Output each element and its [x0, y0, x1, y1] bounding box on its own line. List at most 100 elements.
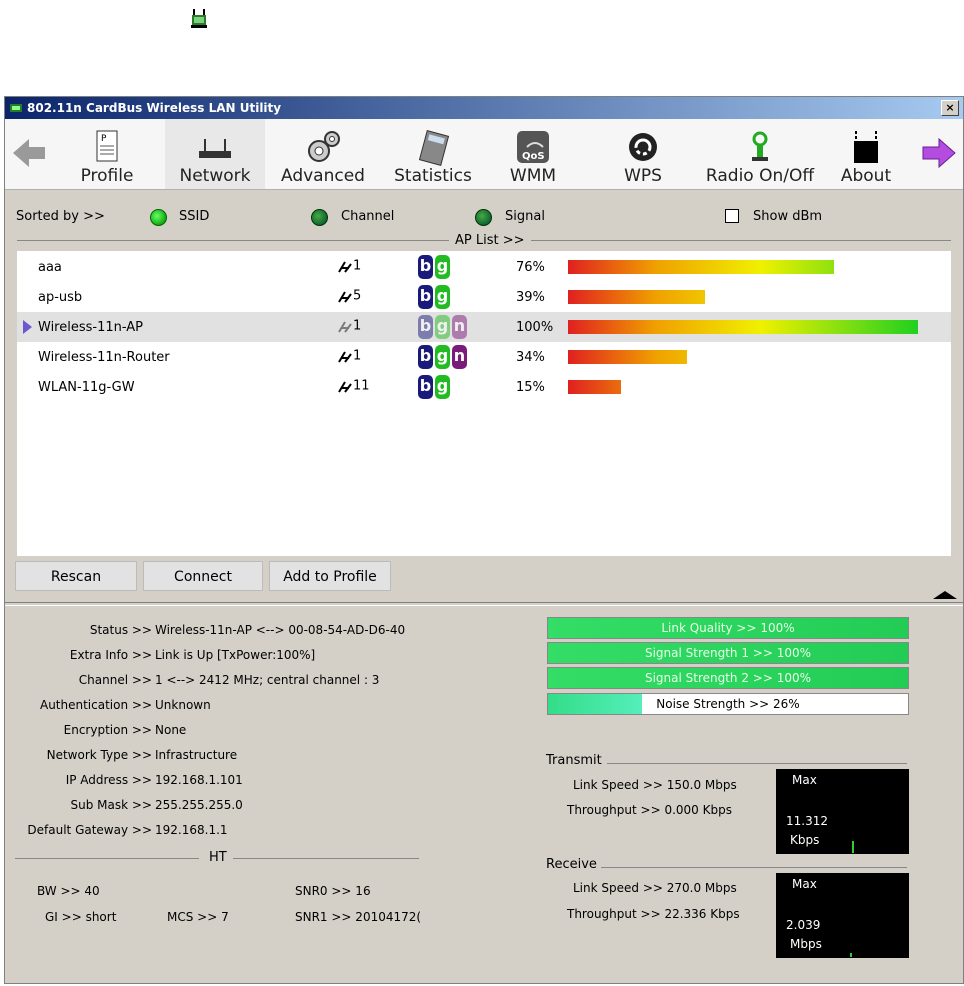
sort-channel-radio[interactable]: [311, 209, 328, 226]
title-bar[interactable]: 802.11n CardBus Wireless LAN Utility ×: [5, 97, 963, 119]
quality-meter: Signal Strength 2 >> 100%: [547, 667, 909, 689]
window-title: 802.11n CardBus Wireless LAN Utility: [27, 101, 282, 115]
ap-channel-number: 1: [353, 318, 362, 334]
tab-statistics[interactable]: Statistics: [389, 119, 477, 189]
sub-mask-label: Sub Mask >>: [70, 798, 153, 812]
ap-list-title: AP List >>: [449, 233, 531, 248]
ap-modes: bg: [418, 255, 452, 279]
connect-button[interactable]: Connect: [143, 561, 263, 591]
tab-profile[interactable]: P Profile: [67, 119, 147, 189]
mode-g-icon: g: [435, 315, 450, 339]
ap-row[interactable]: Wireless-11n-Router 1 b g n 34%: [17, 342, 951, 372]
tray-wireless-icon[interactable]: [188, 7, 210, 29]
back-arrow-icon[interactable]: [9, 133, 49, 173]
add-to-profile-button[interactable]: Add to Profile: [269, 561, 391, 591]
sort-ssid-radio[interactable]: [150, 209, 167, 226]
sort-signal-label: Signal: [505, 209, 545, 224]
about-icon: [854, 131, 878, 163]
tab-about[interactable]: About: [835, 119, 897, 189]
ap-row[interactable]: Wireless-11n-AP 1 b g n 100%: [17, 312, 951, 342]
ap-signal-percent: 15%: [516, 380, 545, 395]
svg-text:QoS: QoS: [522, 151, 545, 162]
status-value: Wireless-11n-AP <--> 00-08-54-AD-D6-40: [155, 623, 406, 637]
network-type-value: Infrastructure: [155, 748, 238, 762]
rescan-button[interactable]: Rescan: [15, 561, 137, 591]
ap-channel-number: 1: [353, 348, 362, 364]
utility-window: 802.11n CardBus Wireless LAN Utility × P…: [4, 96, 964, 984]
selected-arrow-icon: [23, 320, 32, 334]
tab-about-label: About: [840, 166, 892, 186]
ap-signal-bar: [568, 380, 621, 394]
sort-signal-radio[interactable]: [475, 209, 492, 226]
tab-advanced[interactable]: Advanced: [277, 119, 369, 189]
channel-value: 1 <--> 2412 MHz; central channel : 3: [155, 673, 380, 687]
tab-wmm[interactable]: QoS WMM: [503, 119, 563, 189]
ap-signal-percent: 76%: [516, 260, 545, 275]
ap-ssid: Wireless-11n-Router: [38, 350, 170, 365]
close-button[interactable]: ×: [941, 100, 959, 116]
ap-channel-number: 11: [353, 378, 370, 394]
ap-row[interactable]: aaa 1 b g 76%: [17, 252, 951, 282]
antenna-icon: [752, 131, 768, 161]
rx-graph-value: 2.039: [786, 918, 821, 932]
receive-title: Receive: [546, 857, 597, 872]
channel-label: Channel >>: [78, 673, 152, 687]
tab-network[interactable]: Network: [165, 119, 265, 189]
receive-rule: [601, 867, 907, 868]
ht-snr1: SNR1 >> 20104172(: [295, 910, 422, 924]
tab-network-label: Network: [179, 166, 251, 186]
mode-b-icon: b: [418, 285, 433, 309]
forward-arrow-icon[interactable]: [919, 133, 959, 173]
ht-rule-left: [15, 858, 199, 859]
tab-wps[interactable]: WPS: [613, 119, 673, 189]
ap-modes: bgn: [418, 315, 469, 339]
ap-ssid: aaa: [38, 260, 62, 275]
gateway-value: 192.168.1.1: [155, 823, 228, 837]
mode-g-icon: g: [435, 375, 450, 399]
channel-icon: [338, 291, 352, 303]
channel-icon: [338, 381, 352, 393]
router-icon: [199, 139, 231, 158]
network-type-label: Network Type >>: [46, 748, 152, 762]
mode-b-icon: b: [418, 345, 433, 369]
ip-address-value: 192.168.1.101: [155, 773, 243, 787]
meter-label: Signal Strength 1 >> 100%: [644, 646, 812, 660]
collapse-arrow-icon[interactable]: [933, 591, 957, 599]
tab-profile-label: Profile: [80, 166, 134, 186]
transmit-title: Transmit: [546, 753, 602, 768]
rx-graph-unit: Mbps: [790, 937, 822, 951]
gears-icon: [308, 131, 340, 162]
ap-signal-percent: 34%: [516, 350, 545, 365]
tab-radio-onoff[interactable]: Radio On/Off: [699, 119, 821, 189]
ap-row[interactable]: ap-usb 5 b g 39%: [17, 282, 951, 312]
encryption-value: None: [155, 723, 187, 737]
tx-graph: Max 11.312 Kbps: [776, 769, 909, 854]
ap-channel-number: 1: [353, 258, 362, 274]
tx-graph-spike: [852, 841, 854, 853]
mode-b-icon: b: [418, 255, 433, 279]
ht-bw: BW >> 40: [37, 884, 100, 898]
quality-meter: Link Quality >> 100%: [547, 617, 909, 639]
ap-ssid: ap-usb: [38, 290, 83, 305]
sort-channel-label: Channel: [341, 209, 395, 224]
app-icon: [10, 104, 22, 112]
rx-graph-spike: [850, 953, 852, 957]
ap-signal-bar: [568, 260, 834, 274]
tx-graph-unit: Kbps: [790, 833, 820, 847]
ht-mcs: MCS >> 7: [167, 910, 229, 924]
tab-radio-label: Radio On/Off: [705, 166, 815, 186]
show-dbm-checkbox[interactable]: [725, 209, 739, 223]
ap-channel: 5: [337, 288, 361, 304]
ap-modes: bgn: [418, 345, 469, 369]
ap-row[interactable]: WLAN-11g-GW 11 b g 15%: [17, 372, 951, 402]
channel-icon: [338, 351, 352, 363]
ap-channel: 1: [337, 348, 361, 364]
toolbar: P Profile Network Advanced Statistics Qo…: [5, 119, 963, 190]
calculator-icon: [418, 130, 450, 166]
ap-signal-percent: 100%: [516, 320, 554, 335]
show-dbm-label: Show dBm: [753, 209, 823, 224]
tab-wmm-label: WMM: [509, 166, 557, 186]
sub-mask-value: 255.255.255.0: [155, 798, 243, 812]
meter-label: Link Quality >> 100%: [661, 621, 795, 635]
quality-meter: Signal Strength 1 >> 100%: [547, 642, 909, 664]
